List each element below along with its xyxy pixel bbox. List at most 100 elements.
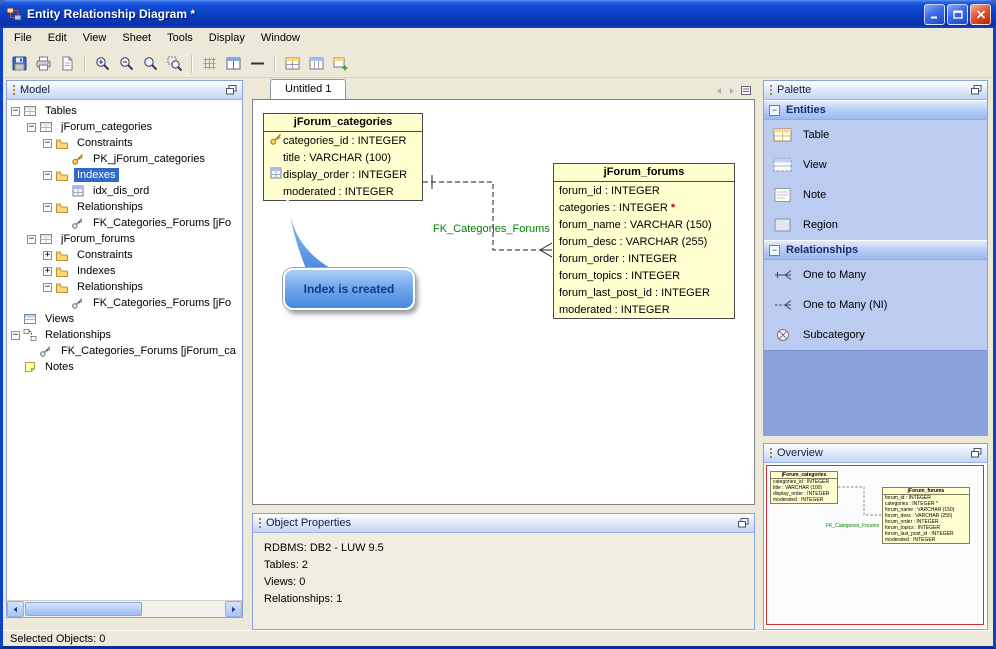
straight-line-button[interactable] — [246, 52, 269, 75]
entity-field[interactable]: display_order : INTEGER — [264, 166, 422, 183]
maximize-button[interactable] — [947, 3, 968, 25]
table-grid-button[interactable] — [281, 52, 304, 75]
palette-header[interactable]: Palette — [764, 81, 987, 100]
tab-untitled-1[interactable]: Untitled 1 — [270, 79, 347, 99]
tree-expander-icon[interactable]: − — [27, 122, 36, 132]
tree-item-relationships[interactable]: − Relationships — [7, 327, 242, 343]
entity-table-jforum-categories[interactable]: jForum_categories categories_id : INTEGER… — [263, 113, 423, 201]
tree-expander-icon[interactable]: + — [43, 266, 52, 276]
tree-item-relationships[interactable]: − Relationships — [7, 199, 242, 215]
tree-item-fk-categories-forums-jfo[interactable]: FK_Categories_Forums [jFo — [7, 295, 242, 311]
table-columns-button[interactable] — [305, 52, 328, 75]
restore-icon[interactable] — [224, 84, 238, 96]
zoom-original-button[interactable] — [139, 52, 162, 75]
grid-button[interactable] — [198, 52, 221, 75]
tree-item-idx-dis-ord[interactable]: idx_dis_ord — [7, 183, 242, 199]
tree-expander-icon[interactable]: − — [43, 170, 52, 180]
overview-body[interactable]: FK_Categories_Forums jForum_categories ca… — [764, 463, 987, 629]
folder-icon — [55, 136, 71, 150]
horizontal-scrollbar[interactable] — [7, 600, 242, 617]
tree-expander-icon[interactable]: − — [11, 330, 20, 340]
menu-file[interactable]: File — [6, 28, 40, 50]
tab-scroll-left-icon[interactable] — [715, 87, 723, 95]
tree-expander-icon[interactable]: − — [11, 106, 20, 116]
tree-item-indexes[interactable]: − Indexes — [7, 167, 242, 183]
tree-expander-icon[interactable]: + — [43, 250, 52, 260]
entity-field[interactable]: forum_last_post_id : INTEGER — [554, 284, 734, 301]
entity-field[interactable]: forum_order : INTEGER — [554, 250, 734, 267]
tree-item-jforum-categories[interactable]: − jForum_categories — [7, 119, 242, 135]
property-line: Tables: 2 — [264, 559, 309, 571]
save-button[interactable] — [8, 52, 31, 75]
menu-window[interactable]: Window — [253, 28, 308, 50]
tree-expander-icon[interactable]: − — [27, 234, 36, 244]
collapse-icon[interactable]: − — [769, 104, 780, 116]
tree-expander-icon[interactable]: − — [43, 202, 52, 212]
entity-field[interactable]: forum_name : VARCHAR (150) — [554, 216, 734, 233]
overview-header[interactable]: Overview — [764, 444, 987, 463]
entity-field[interactable]: categories_id : INTEGER — [264, 132, 422, 149]
diagram-canvas[interactable]: FK_Categories_Forums Index is created jF… — [252, 99, 755, 505]
print-preview-button[interactable] — [56, 52, 79, 75]
tree-item-constraints[interactable]: − Constraints — [7, 135, 242, 151]
zoom-selection-button[interactable] — [163, 52, 186, 75]
tree-item-jforum-forums[interactable]: − jForum_forums — [7, 231, 242, 247]
restore-icon[interactable] — [969, 447, 983, 459]
table-new-button[interactable] — [329, 52, 352, 75]
restore-icon[interactable] — [969, 84, 983, 96]
tree-item-constraints[interactable]: + Constraints — [7, 247, 242, 263]
tree-item-relationships[interactable]: − Relationships — [7, 279, 242, 295]
menu-display[interactable]: Display — [201, 28, 253, 50]
tree-item-tables[interactable]: − Tables — [7, 103, 242, 119]
zoom-out-button[interactable] — [115, 52, 138, 75]
entity-field[interactable]: forum_topics : INTEGER — [554, 267, 734, 284]
relationship-label[interactable]: FK_Categories_Forums — [433, 223, 550, 235]
sheet-list-icon[interactable] — [741, 86, 751, 95]
palette-item-one-to-many-ni[interactable]: One to Many (NI) — [764, 290, 987, 320]
object-properties-header[interactable]: Object Properties — [253, 514, 754, 533]
scroll-right-button[interactable] — [225, 601, 242, 617]
tree-item-fk-categories-forums-jforum-ca[interactable]: FK_Categories_Forums [jForum_ca — [7, 343, 242, 359]
entity-field[interactable]: categories : INTEGER * — [554, 199, 734, 216]
zoom-in-button[interactable] — [91, 52, 114, 75]
palette-item-one-to-many[interactable]: One to Many — [764, 260, 987, 290]
minimize-button[interactable] — [924, 3, 945, 25]
tree-item-indexes[interactable]: + Indexes — [7, 263, 242, 279]
tree-expander-icon[interactable]: − — [43, 282, 52, 292]
scroll-track[interactable] — [24, 601, 225, 617]
tree-item-notes[interactable]: Notes — [7, 359, 242, 375]
palette-item-view[interactable]: View — [764, 150, 987, 180]
restore-icon[interactable] — [736, 517, 750, 529]
collapse-icon[interactable]: − — [769, 244, 780, 256]
menu-sheet[interactable]: Sheet — [114, 28, 159, 50]
scroll-thumb[interactable] — [25, 602, 142, 616]
menu-edit[interactable]: Edit — [40, 28, 75, 50]
menu-tools[interactable]: Tools — [159, 28, 201, 50]
palette-item-table[interactable]: Table — [764, 120, 987, 150]
model-panel-header[interactable]: Model — [7, 81, 242, 100]
palette-section-relationships[interactable]: − Relationships — [764, 240, 987, 260]
title-bar[interactable]: Entity Relationship Diagram * — [0, 0, 996, 28]
entity-table-jforum-forums[interactable]: jForum_forums forum_id : INTEGER categorie… — [553, 163, 735, 319]
tab-scroll-right-icon[interactable] — [728, 87, 736, 95]
tile-horizontal-button[interactable] — [222, 52, 245, 75]
palette-item-region[interactable]: Region — [764, 210, 987, 240]
palette-view-icon — [772, 157, 794, 173]
print-button[interactable] — [32, 52, 55, 75]
menu-view[interactable]: View — [75, 28, 115, 50]
palette-item-note[interactable]: Note — [764, 180, 987, 210]
tree-expander-icon[interactable]: − — [43, 138, 52, 148]
scroll-left-button[interactable] — [7, 601, 24, 617]
palette-item-label: View — [803, 159, 827, 171]
tree-item-pk-jforum-categories[interactable]: PK_jForum_categories — [7, 151, 242, 167]
entity-field[interactable]: forum_desc : VARCHAR (255) — [554, 233, 734, 250]
callout-balloon[interactable]: Index is created — [283, 268, 415, 310]
palette-section-entities[interactable]: − Entities — [764, 100, 987, 120]
entity-field[interactable]: title : VARCHAR (100) — [264, 149, 422, 166]
palette-item-subcategory[interactable]: Subcategory — [764, 320, 987, 350]
tree-item-fk-categories-forums-jfo[interactable]: FK_Categories_Forums [jFo — [7, 215, 242, 231]
entity-field[interactable]: moderated : INTEGER — [554, 301, 734, 318]
close-button[interactable] — [970, 3, 991, 25]
tree-item-views[interactable]: Views — [7, 311, 242, 327]
entity-field[interactable]: forum_id : INTEGER — [554, 182, 734, 199]
